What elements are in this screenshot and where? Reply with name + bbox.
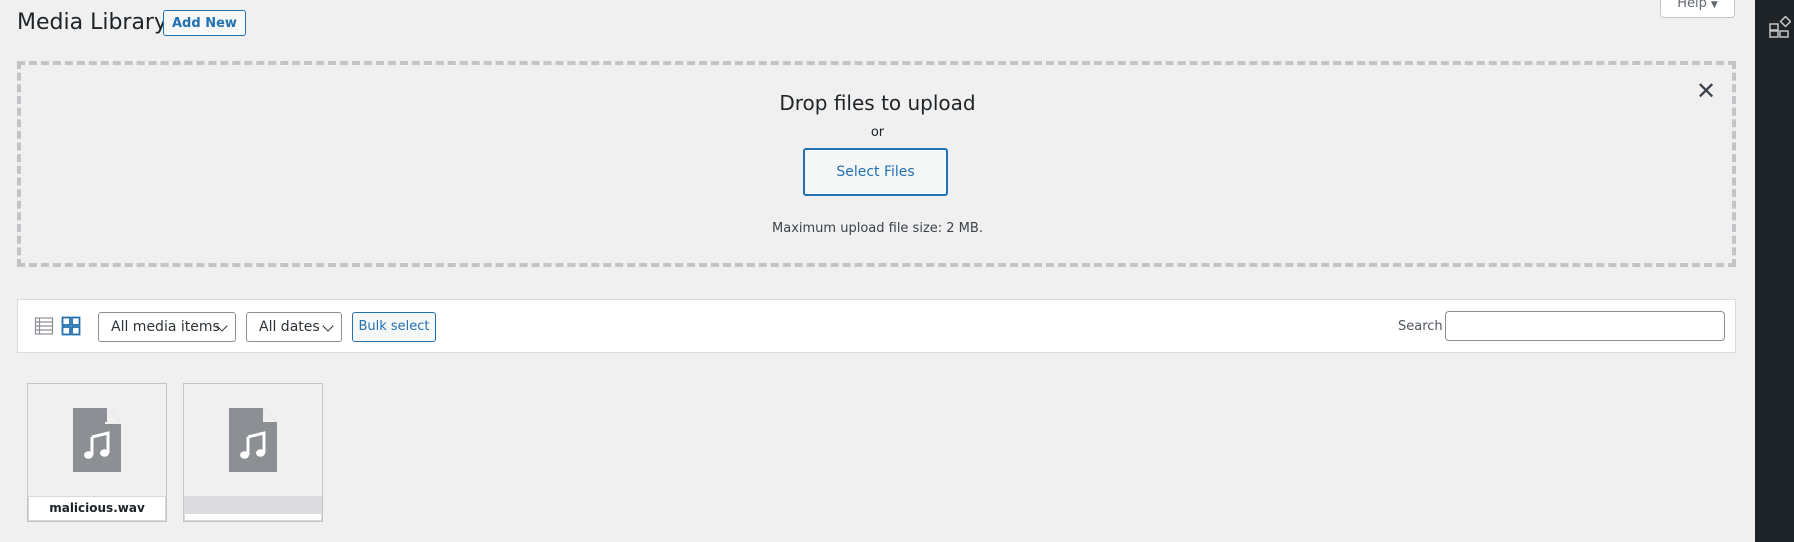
attachment-filename: malicious.wav	[28, 496, 166, 521]
list-view-icon[interactable]	[34, 316, 54, 336]
attachment-thumbnail	[184, 384, 322, 496]
panel-toggle-icon[interactable]	[1769, 16, 1791, 38]
attachment-item[interactable]: malicious.wav	[27, 383, 167, 522]
help-tab-button[interactable]: Help ▼	[1660, 0, 1735, 18]
bulk-select-button[interactable]: Bulk select	[352, 312, 436, 342]
media-type-filter-select[interactable]: All media items	[98, 312, 236, 342]
attachment-filename	[184, 513, 322, 521]
audio-file-icon	[73, 408, 121, 472]
help-label: Help	[1677, 0, 1707, 11]
media-type-filter-value: All media items	[111, 319, 220, 335]
select-files-button[interactable]: Select Files	[803, 148, 948, 196]
or-text: or	[870, 125, 885, 140]
date-filter-select[interactable]: All dates	[246, 312, 342, 342]
date-filter-value: All dates	[259, 319, 320, 335]
audio-file-icon	[229, 408, 277, 472]
caret-down-icon: ▼	[1710, 0, 1718, 10]
search-label: Search	[1398, 319, 1443, 334]
media-library-page: Media Library Add New Help ▼ ✕ Drop files…	[0, 0, 1755, 542]
drop-files-title: Drop files to upload	[779, 91, 976, 115]
chevron-down-icon	[322, 320, 334, 332]
attachment-item[interactable]	[183, 383, 323, 522]
attachment-thumbnail	[28, 384, 166, 496]
grid-view-icon[interactable]	[61, 316, 81, 336]
right-side-panel	[1755, 0, 1794, 542]
max-upload-size-text: Maximum upload file size: 2 MB.	[772, 221, 983, 236]
search-input[interactable]	[1445, 311, 1725, 341]
add-new-button[interactable]: Add New	[163, 10, 246, 36]
page-title: Media Library	[17, 10, 167, 35]
